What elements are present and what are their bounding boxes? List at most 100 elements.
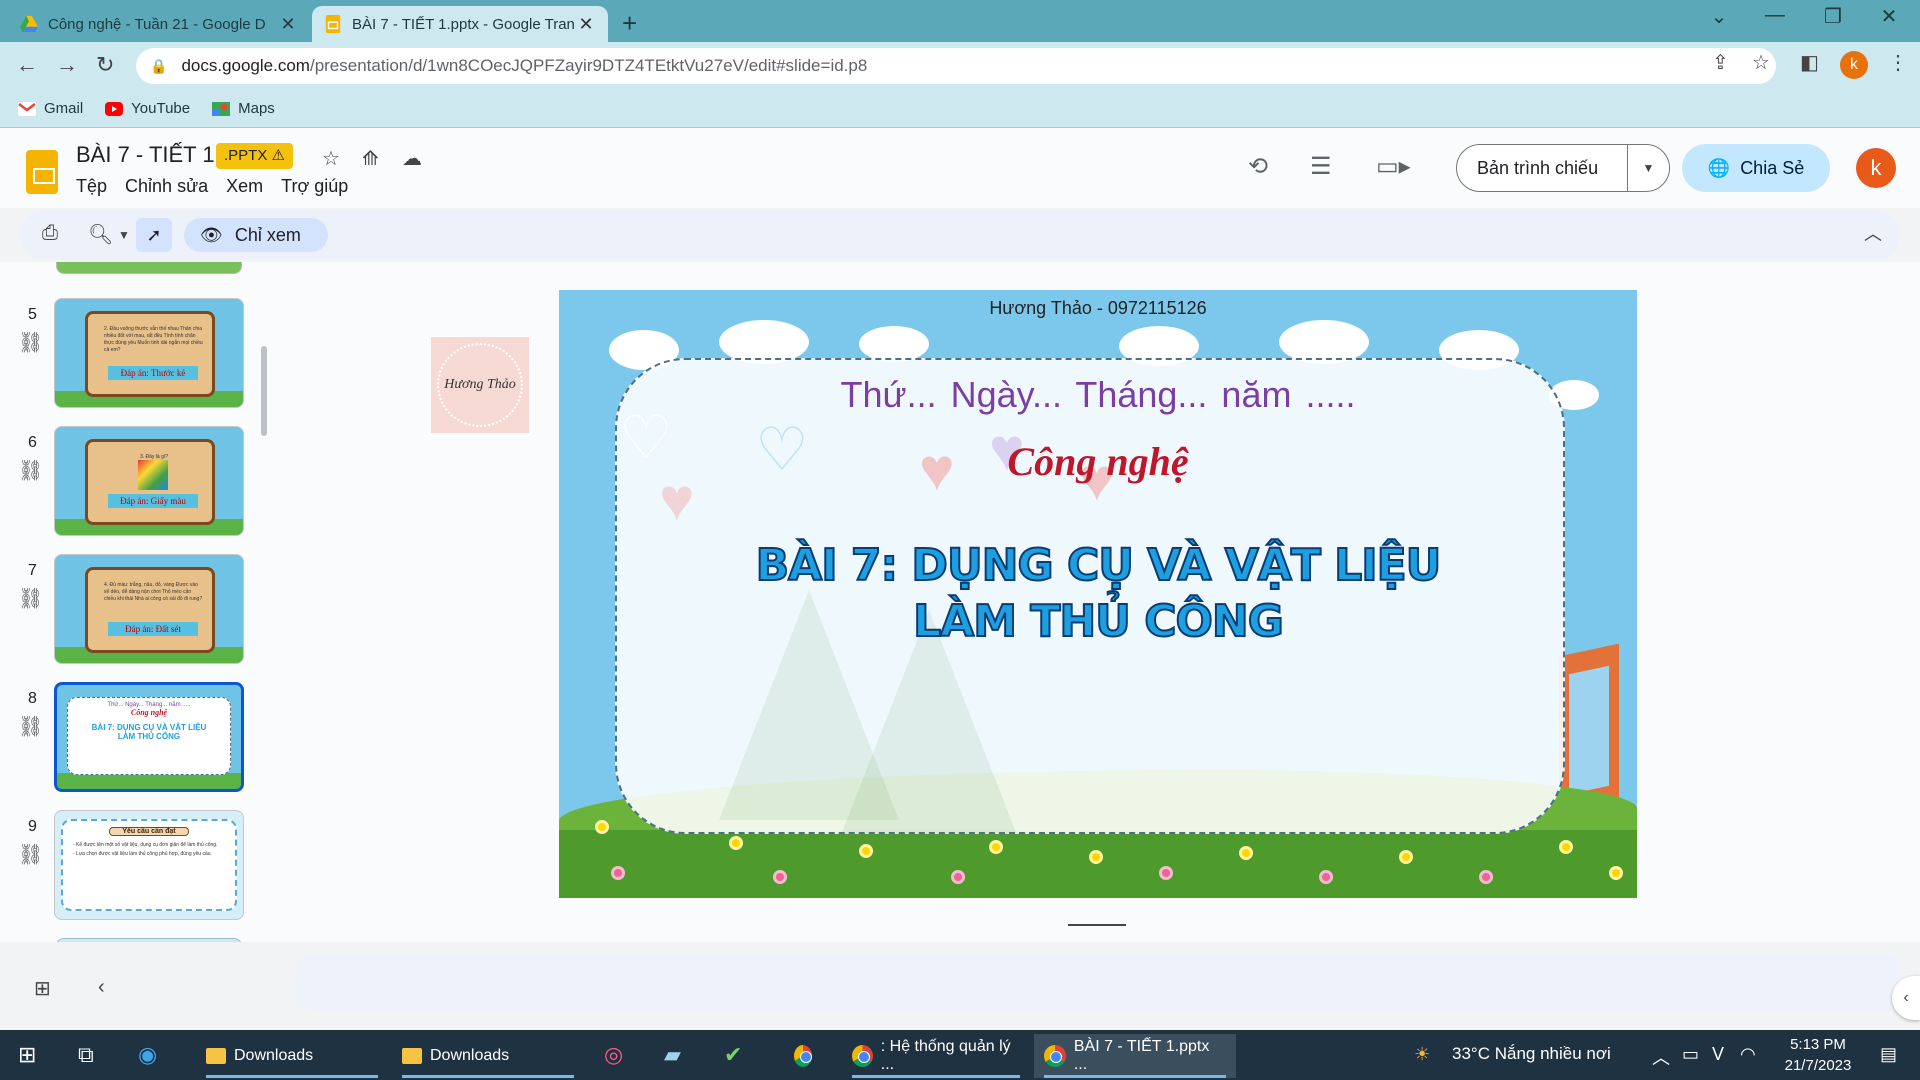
document-title[interactable]: BÀI 7 - TIẾT 1	[76, 142, 215, 168]
chevron-down-icon[interactable]: ▼	[1628, 161, 1669, 175]
close-window-icon[interactable]: ✕	[1866, 4, 1912, 29]
lock-icon[interactable]: 🔒	[150, 58, 167, 75]
bookmark-star-icon[interactable]: ☆	[1752, 50, 1770, 75]
collapse-menus-icon[interactable]: ︿	[1864, 220, 1882, 246]
meet-camera-icon[interactable]: ▭▸	[1376, 152, 1411, 181]
bookmark-maps[interactable]: Maps	[212, 100, 275, 117]
slideshow-label: Bản trình chiếu	[1477, 157, 1599, 178]
print-icon[interactable]: ⎙	[42, 222, 58, 245]
cloud-status-icon[interactable]: ☁	[402, 146, 422, 171]
menu-file[interactable]: Tệp	[76, 176, 107, 197]
edge-icon[interactable]: ◉	[138, 1042, 157, 1068]
taskbar-chrome-window-2[interactable]: BÀI 7 - TIẾT 1.pptx ...	[1034, 1034, 1236, 1078]
star-icon[interactable]: ☆	[322, 146, 340, 171]
view-only-label: Chỉ xem	[234, 224, 301, 245]
new-tab-icon[interactable]: +	[622, 8, 637, 39]
taskbar-downloads-2[interactable]: Downloads	[392, 1034, 584, 1078]
thumbnail-bullet: - Lựa chọn được vật liệu làm thủ công ph…	[73, 851, 212, 857]
move-to-drive-icon[interactable]: ⟰	[362, 146, 379, 171]
windows-start-icon[interactable]: ⊞	[18, 1042, 36, 1068]
slideshow-button[interactable]: Bản trình chiếu ▼	[1456, 144, 1670, 192]
filmstrip-item[interactable]: 9 ⛓ Yêu cầu cần đạt - Kể được tên một số…	[0, 810, 270, 938]
google-slides-icon	[325, 15, 341, 33]
version-history-icon[interactable]: ⟲	[1248, 152, 1268, 181]
browser-menu-icon[interactable]: ⋮	[1888, 50, 1908, 75]
view-only-chip[interactable]: 👁 Chỉ xem	[184, 218, 328, 252]
check-app-icon[interactable]: ✔	[724, 1042, 742, 1068]
flower	[729, 836, 743, 850]
taskbar-clock[interactable]: 5:13 PM 21/7/2023	[1766, 1034, 1870, 1076]
wifi-icon[interactable]: ◠	[1740, 1044, 1756, 1065]
slide-thumbnail[interactable]: Yêu cầu cần đạt - Kể được tên một số vật…	[54, 810, 244, 920]
folder-icon	[206, 1048, 226, 1064]
side-panel-icon[interactable]: ◧	[1800, 50, 1819, 75]
menu-view[interactable]: Xem	[226, 176, 263, 197]
vietnamese-input-icon[interactable]: V	[1712, 1044, 1724, 1065]
notes-app-icon[interactable]: ▰	[664, 1042, 681, 1068]
grid-view-icon[interactable]: ⊞	[34, 976, 51, 1001]
bookmark-gmail[interactable]: Gmail	[18, 100, 83, 117]
weather-text[interactable]: 33°C Nắng nhiều nơi	[1452, 1044, 1611, 1064]
current-slide[interactable]: ♡ ♥ ♡ ♥ ♥ ♥ Hương Thảo - 0972115126 Thứ.…	[559, 290, 1637, 898]
battery-icon[interactable]: ▭	[1682, 1044, 1699, 1065]
maximize-icon[interactable]: ❐	[1810, 4, 1856, 29]
filmstrip-item[interactable]: 7 ⛓ 4. Đủ màu: trắng, nâu, đỏ, vàng Được…	[0, 554, 270, 682]
menu-help[interactable]: Trợ giúp	[281, 176, 348, 197]
google-drive-icon	[20, 15, 38, 33]
zoom-icon[interactable]: 🔍︎	[88, 222, 113, 247]
bookmark-label: Gmail	[44, 100, 84, 117]
select-cursor-icon[interactable]: ➚	[136, 218, 172, 252]
thumbnail-subject: Công nghệ	[130, 708, 168, 717]
flower	[595, 820, 609, 834]
globe-icon: 🌐	[1707, 157, 1731, 178]
browser-tab-bar: Công nghệ - Tuần 21 - Google D ✕ BÀI 7 -…	[0, 0, 1920, 42]
task-view-icon[interactable]: ⧉	[78, 1042, 94, 1068]
slide-thumbnail-partial[interactable]	[56, 938, 242, 942]
browser-tab-slides[interactable]: BÀI 7 - TIẾT 1.pptx - Google Tran ✕	[312, 6, 608, 42]
slides-logo-icon[interactable]	[26, 150, 58, 194]
url-input[interactable]: 🔒 docs.google.com/presentation/d/1wn8COe…	[136, 48, 1776, 84]
account-avatar[interactable]: k	[1856, 148, 1896, 188]
slide-thumbnail[interactable]: 2. Đầu vuông thước vẫn thế nhau Thân chi…	[54, 298, 244, 408]
taskbar-chrome-window-1[interactable]: : Hệ thống quản lý ...	[842, 1034, 1030, 1078]
share-page-icon[interactable]: ⇪	[1712, 50, 1729, 75]
slide-thumbnail[interactable]: Thứ... Ngày... Tháng... năm ..... Công n…	[54, 682, 244, 792]
share-button[interactable]: 🌐 Chia Sẻ	[1682, 144, 1830, 192]
taskbar-downloads-1[interactable]: Downloads	[196, 1034, 388, 1078]
tray-overflow-icon[interactable]: ︿	[1652, 1044, 1670, 1070]
pptx-badge[interactable]: .PPTX ⚠	[216, 143, 293, 169]
comments-icon[interactable]: ☰	[1310, 152, 1332, 181]
speaker-notes[interactable]	[296, 954, 1900, 1010]
notifications-icon[interactable]: ▤	[1880, 1044, 1897, 1065]
slide-number: 9	[28, 818, 37, 835]
close-tab-icon[interactable]: ✕	[576, 14, 596, 35]
collapse-filmstrip-icon[interactable]: ‹	[98, 976, 105, 999]
slide-thumbnail[interactable]: 4. Đủ màu: trắng, nâu, đỏ, vàng Được vào…	[54, 554, 244, 664]
creative-cloud-icon[interactable]: ◎	[604, 1042, 623, 1068]
flower	[1159, 866, 1173, 880]
speaker-notes-resize-handle[interactable]	[1068, 924, 1126, 926]
profile-avatar[interactable]: k	[1840, 51, 1868, 79]
chrome-icon	[794, 1045, 812, 1067]
tab-search-icon[interactable]: ⌄	[1696, 4, 1742, 29]
thumbnail-panel: Yêu cầu cần đạt - Kể được tên một số vật…	[61, 819, 237, 911]
forward-icon[interactable]: →	[56, 52, 78, 78]
back-icon[interactable]: ←	[16, 52, 38, 78]
weather-icon[interactable]: ☀	[1414, 1044, 1430, 1065]
chrome-taskbar-icon[interactable]	[784, 1034, 830, 1078]
zoom-dropdown-icon[interactable]: ▼	[118, 228, 130, 242]
bookmark-youtube[interactable]: YouTube	[105, 100, 190, 117]
close-tab-icon[interactable]: ✕	[278, 14, 298, 35]
browser-tab-drive[interactable]: Công nghệ - Tuần 21 - Google D ✕	[8, 6, 310, 42]
share-label: Chia Sẻ	[1740, 157, 1805, 178]
minimize-icon[interactable]: —	[1752, 4, 1798, 27]
slide-thumbnail-partial[interactable]	[56, 262, 242, 274]
reload-icon[interactable]: ↻	[96, 52, 114, 78]
filmstrip-item[interactable]: 5 ⛓ 2. Đầu vuông thước vẫn thế nhau Thân…	[0, 298, 270, 426]
slide-thumbnail[interactable]: 3. Đây là gì? Đáp án: Giấy màu	[54, 426, 244, 536]
thumbnail-title: BÀI 7: DỤNG CỤ VÀ VẬT LIỆU LÀM THỦ CÔNG	[91, 723, 207, 741]
filmstrip-item[interactable]: 6 ⛓ 3. Đây là gì? Đáp án: Giấy màu	[0, 426, 270, 554]
filmstrip-item-selected[interactable]: 8 ⛓ Thứ... Ngày... Tháng... năm ..... Cô…	[0, 682, 270, 810]
watermark-stamp: Hương Thảo	[431, 337, 529, 433]
menu-edit[interactable]: Chỉnh sửa	[125, 176, 208, 197]
